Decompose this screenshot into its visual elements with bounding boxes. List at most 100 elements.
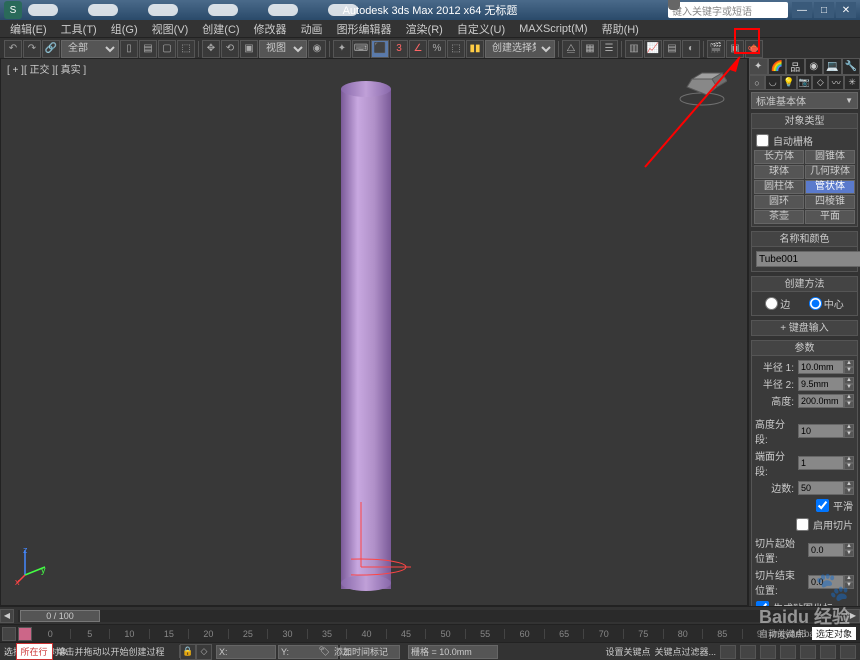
sides-down[interactable]: ▼ xyxy=(844,488,854,495)
minimize-button[interactable]: — xyxy=(792,2,812,18)
close-button[interactable]: ✕ xyxy=(836,2,856,18)
play-button[interactable] xyxy=(740,645,756,659)
edge-radio[interactable] xyxy=(765,297,778,310)
select-object-button[interactable]: ▯ xyxy=(120,40,138,58)
select-name-button[interactable]: ▤ xyxy=(139,40,157,58)
named-selection-set-select[interactable]: 创建选择集 xyxy=(485,40,555,58)
center-radio[interactable] xyxy=(809,297,822,310)
trackbar-icon-2[interactable] xyxy=(18,627,32,641)
edit-named-sel-button[interactable]: ⬚ xyxy=(447,40,465,58)
menu-create[interactable]: 创建(C) xyxy=(196,21,245,37)
utilities-tab[interactable]: 🔧 xyxy=(842,58,860,75)
schematic-button[interactable]: ▤ xyxy=(663,40,681,58)
tube-button[interactable]: 管状体 xyxy=(805,180,855,194)
params-rollout-header[interactable]: 参数 xyxy=(751,340,858,356)
radius1-down[interactable]: ▼ xyxy=(844,367,854,374)
sliceto-down[interactable]: ▼ xyxy=(844,582,854,589)
modify-tab[interactable]: 🌈 xyxy=(768,58,787,75)
setkey-label[interactable]: 设置关键点 xyxy=(605,645,650,658)
radius2-up[interactable]: ▲ xyxy=(844,377,854,384)
hierarchy-tab[interactable]: 品 xyxy=(786,58,805,75)
render-setup-button[interactable]: 🎬 xyxy=(707,40,725,58)
shapes-subtab[interactable]: ◡ xyxy=(765,75,781,90)
sliceto-input[interactable] xyxy=(808,575,844,589)
track-bar[interactable]: 0 5 10 15 20 25 30 35 40 45 50 55 60 65 … xyxy=(0,624,860,642)
timeslider-next[interactable]: ▶ xyxy=(846,609,860,623)
graphite-button[interactable]: ▥ xyxy=(625,40,643,58)
creation-method-rollout-header[interactable]: 创建方法 xyxy=(751,276,858,292)
radius2-input[interactable] xyxy=(798,377,844,391)
pyramid-button[interactable]: 四棱锥 xyxy=(805,195,855,209)
radius1-input[interactable] xyxy=(798,360,844,374)
sides-up[interactable]: ▲ xyxy=(844,481,854,488)
geometry-subtab[interactable]: ○ xyxy=(749,75,765,90)
cone-button[interactable]: 圆锥体 xyxy=(805,150,855,164)
autokey-label[interactable]: 自动关键点 xyxy=(759,627,804,640)
nav-maximize-button[interactable] xyxy=(840,645,856,659)
nav-zoom-button[interactable] xyxy=(780,645,796,659)
box-button[interactable]: 长方体 xyxy=(754,150,804,164)
capseg-down[interactable]: ▼ xyxy=(844,463,854,470)
spacewarps-subtab[interactable]: 〰 xyxy=(828,75,844,90)
menu-animation[interactable]: 动画 xyxy=(295,21,329,37)
viewport[interactable]: [ + ][ 正交 ][ 真实 ] zy xyxy=(0,58,748,606)
cameras-subtab[interactable]: 📷 xyxy=(797,75,813,90)
time-slider-thumb[interactable]: 0 / 100 xyxy=(20,610,100,622)
object-type-rollout-header[interactable]: 对象类型 xyxy=(751,113,858,129)
play-prev-button[interactable] xyxy=(720,645,736,659)
mirror-tool-button[interactable]: ⧋ xyxy=(562,40,580,58)
menu-edit[interactable]: 编辑(E) xyxy=(4,21,53,37)
autogrid-checkbox[interactable] xyxy=(756,134,769,147)
category-dropdown[interactable]: 标准基本体 ▼ xyxy=(751,92,858,109)
selection-filter-select[interactable]: 全部 xyxy=(61,40,119,58)
play-next-button[interactable] xyxy=(760,645,776,659)
viewport-label[interactable]: [ + ][ 正交 ][ 真实 ] xyxy=(7,61,86,76)
sphere-button[interactable]: 球体 xyxy=(754,165,804,179)
render-production-button[interactable]: 🫖 xyxy=(745,40,763,58)
teapot-button[interactable]: 茶壶 xyxy=(754,210,804,224)
redo-button[interactable]: ↷ xyxy=(23,40,41,58)
menu-modifiers[interactable]: 修改器 xyxy=(248,21,293,37)
plane-button[interactable]: 平面 xyxy=(805,210,855,224)
help-search-input[interactable]: 键入关键字或短语 xyxy=(668,2,788,18)
capseg-input[interactable] xyxy=(798,456,844,470)
sides-input[interactable] xyxy=(798,481,844,495)
select-rotate-button[interactable]: ⟲ xyxy=(221,40,239,58)
heightseg-up[interactable]: ▲ xyxy=(844,424,854,431)
use-center-button[interactable]: ◉ xyxy=(308,40,326,58)
undo-button[interactable]: ↶ xyxy=(4,40,22,58)
cylinder-button[interactable]: 圆柱体 xyxy=(754,180,804,194)
capseg-up[interactable]: ▲ xyxy=(844,456,854,463)
select-manipulate-button[interactable]: ✦ xyxy=(333,40,351,58)
maximize-button[interactable]: □ xyxy=(814,2,834,18)
curve-editor-button[interactable]: 📈 xyxy=(644,40,662,58)
viewcube[interactable] xyxy=(677,67,727,107)
object-name-input[interactable] xyxy=(756,251,860,267)
motion-tab[interactable]: ◉ xyxy=(805,58,824,75)
menu-help[interactable]: 帮助(H) xyxy=(596,21,645,37)
keyboard-shortcut-button[interactable]: ⌨ xyxy=(352,40,370,58)
menu-customize[interactable]: 自定义(U) xyxy=(451,21,511,37)
keyfilter-label[interactable]: 关键点过滤器... xyxy=(654,645,716,658)
radius2-down[interactable]: ▼ xyxy=(844,384,854,391)
time-slider[interactable]: ◀ 0 / 100 ▶ xyxy=(0,606,860,624)
smooth-checkbox[interactable] xyxy=(816,499,829,512)
systems-subtab[interactable]: ✳ xyxy=(844,75,860,90)
display-tab[interactable]: 💻 xyxy=(823,58,842,75)
ref-coord-select[interactable]: 视图 xyxy=(259,40,307,58)
slicefrom-up[interactable]: ▲ xyxy=(844,543,854,550)
percent-snap-button[interactable]: ∠ xyxy=(409,40,427,58)
selected-display[interactable]: 选定对象 xyxy=(812,627,856,640)
align-button[interactable]: ▦ xyxy=(581,40,599,58)
link-button[interactable]: 🔗 xyxy=(42,40,60,58)
sliceto-up[interactable]: ▲ xyxy=(844,575,854,582)
window-crossing-button[interactable]: ⬚ xyxy=(177,40,195,58)
menu-graph-editors[interactable]: 图形编辑器 xyxy=(331,21,398,37)
timeslider-prev[interactable]: ◀ xyxy=(0,609,14,623)
height-up[interactable]: ▲ xyxy=(844,394,854,401)
menu-rendering[interactable]: 渲染(R) xyxy=(400,21,449,37)
menu-maxscript[interactable]: MAXScript(M) xyxy=(513,23,593,35)
geosphere-button[interactable]: 几何球体 xyxy=(805,165,855,179)
create-tab[interactable]: ✦ xyxy=(749,58,768,75)
snap-toggle-button[interactable]: ⬛ xyxy=(371,40,389,58)
